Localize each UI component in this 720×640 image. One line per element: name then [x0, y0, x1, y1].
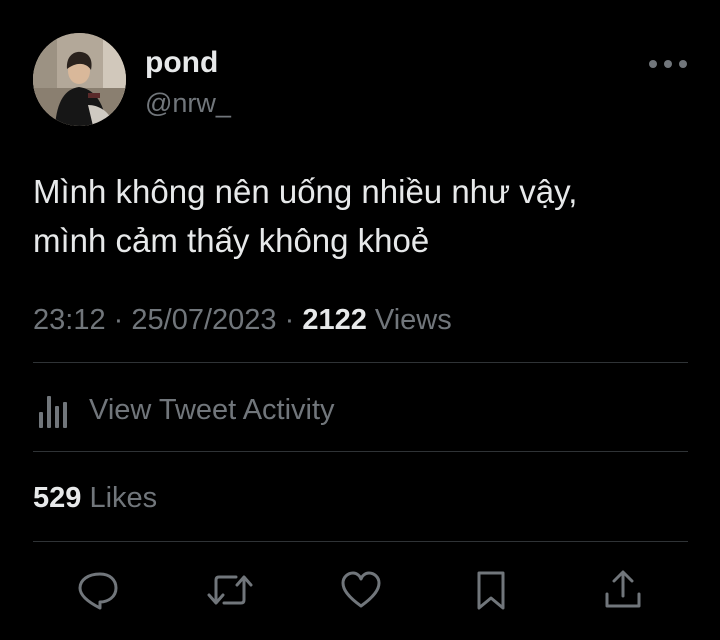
reply-icon	[78, 572, 118, 610]
view-tweet-activity-label: View Tweet Activity	[89, 393, 335, 426]
tweet-detail: pond @nrw_ Mình không nên uống nhiều như…	[0, 0, 720, 640]
more-options-button[interactable]	[646, 50, 690, 78]
bookmark-button[interactable]	[466, 565, 516, 615]
analytics-bars-icon	[39, 396, 67, 428]
like-button[interactable]	[336, 565, 386, 615]
divider	[33, 541, 688, 542]
likes-label: Likes	[89, 482, 158, 514]
bookmark-icon	[477, 571, 505, 610]
retweet-button[interactable]	[205, 565, 255, 615]
share-icon	[605, 570, 641, 608]
avatar[interactable]	[33, 33, 126, 126]
tweet-text-line: Mình không nên uống nhiều như vậy,	[33, 173, 578, 210]
tweet-meta: 23:12 · 25/07/2023 · 2122 Views	[33, 300, 452, 340]
tweet-time[interactable]: 23:12	[33, 304, 106, 336]
views-label: Views	[374, 304, 452, 336]
view-tweet-activity-button[interactable]: View Tweet Activity	[33, 388, 335, 432]
views-count: 2122	[302, 304, 367, 336]
likes-stat[interactable]: 529 Likes	[33, 478, 157, 518]
user-handle[interactable]: @nrw_	[145, 86, 231, 120]
avatar-photo	[33, 33, 126, 126]
tweet-text: Mình không nên uống nhiều như vậy, mình …	[33, 167, 693, 265]
more-dots-icon	[649, 60, 687, 68]
likes-count: 529	[33, 482, 82, 514]
reply-button[interactable]	[73, 565, 123, 615]
tweet-date[interactable]: 25/07/2023	[131, 304, 276, 336]
retweet-icon	[207, 575, 253, 605]
display-name[interactable]: pond	[145, 45, 218, 81]
share-button[interactable]	[598, 565, 648, 615]
meta-separator: ·	[113, 304, 124, 336]
divider	[33, 362, 688, 363]
meta-separator: ·	[284, 304, 295, 336]
tweet-text-line: mình cảm thấy không khoẻ	[33, 222, 430, 259]
divider	[33, 451, 688, 452]
heart-icon	[341, 571, 381, 608]
